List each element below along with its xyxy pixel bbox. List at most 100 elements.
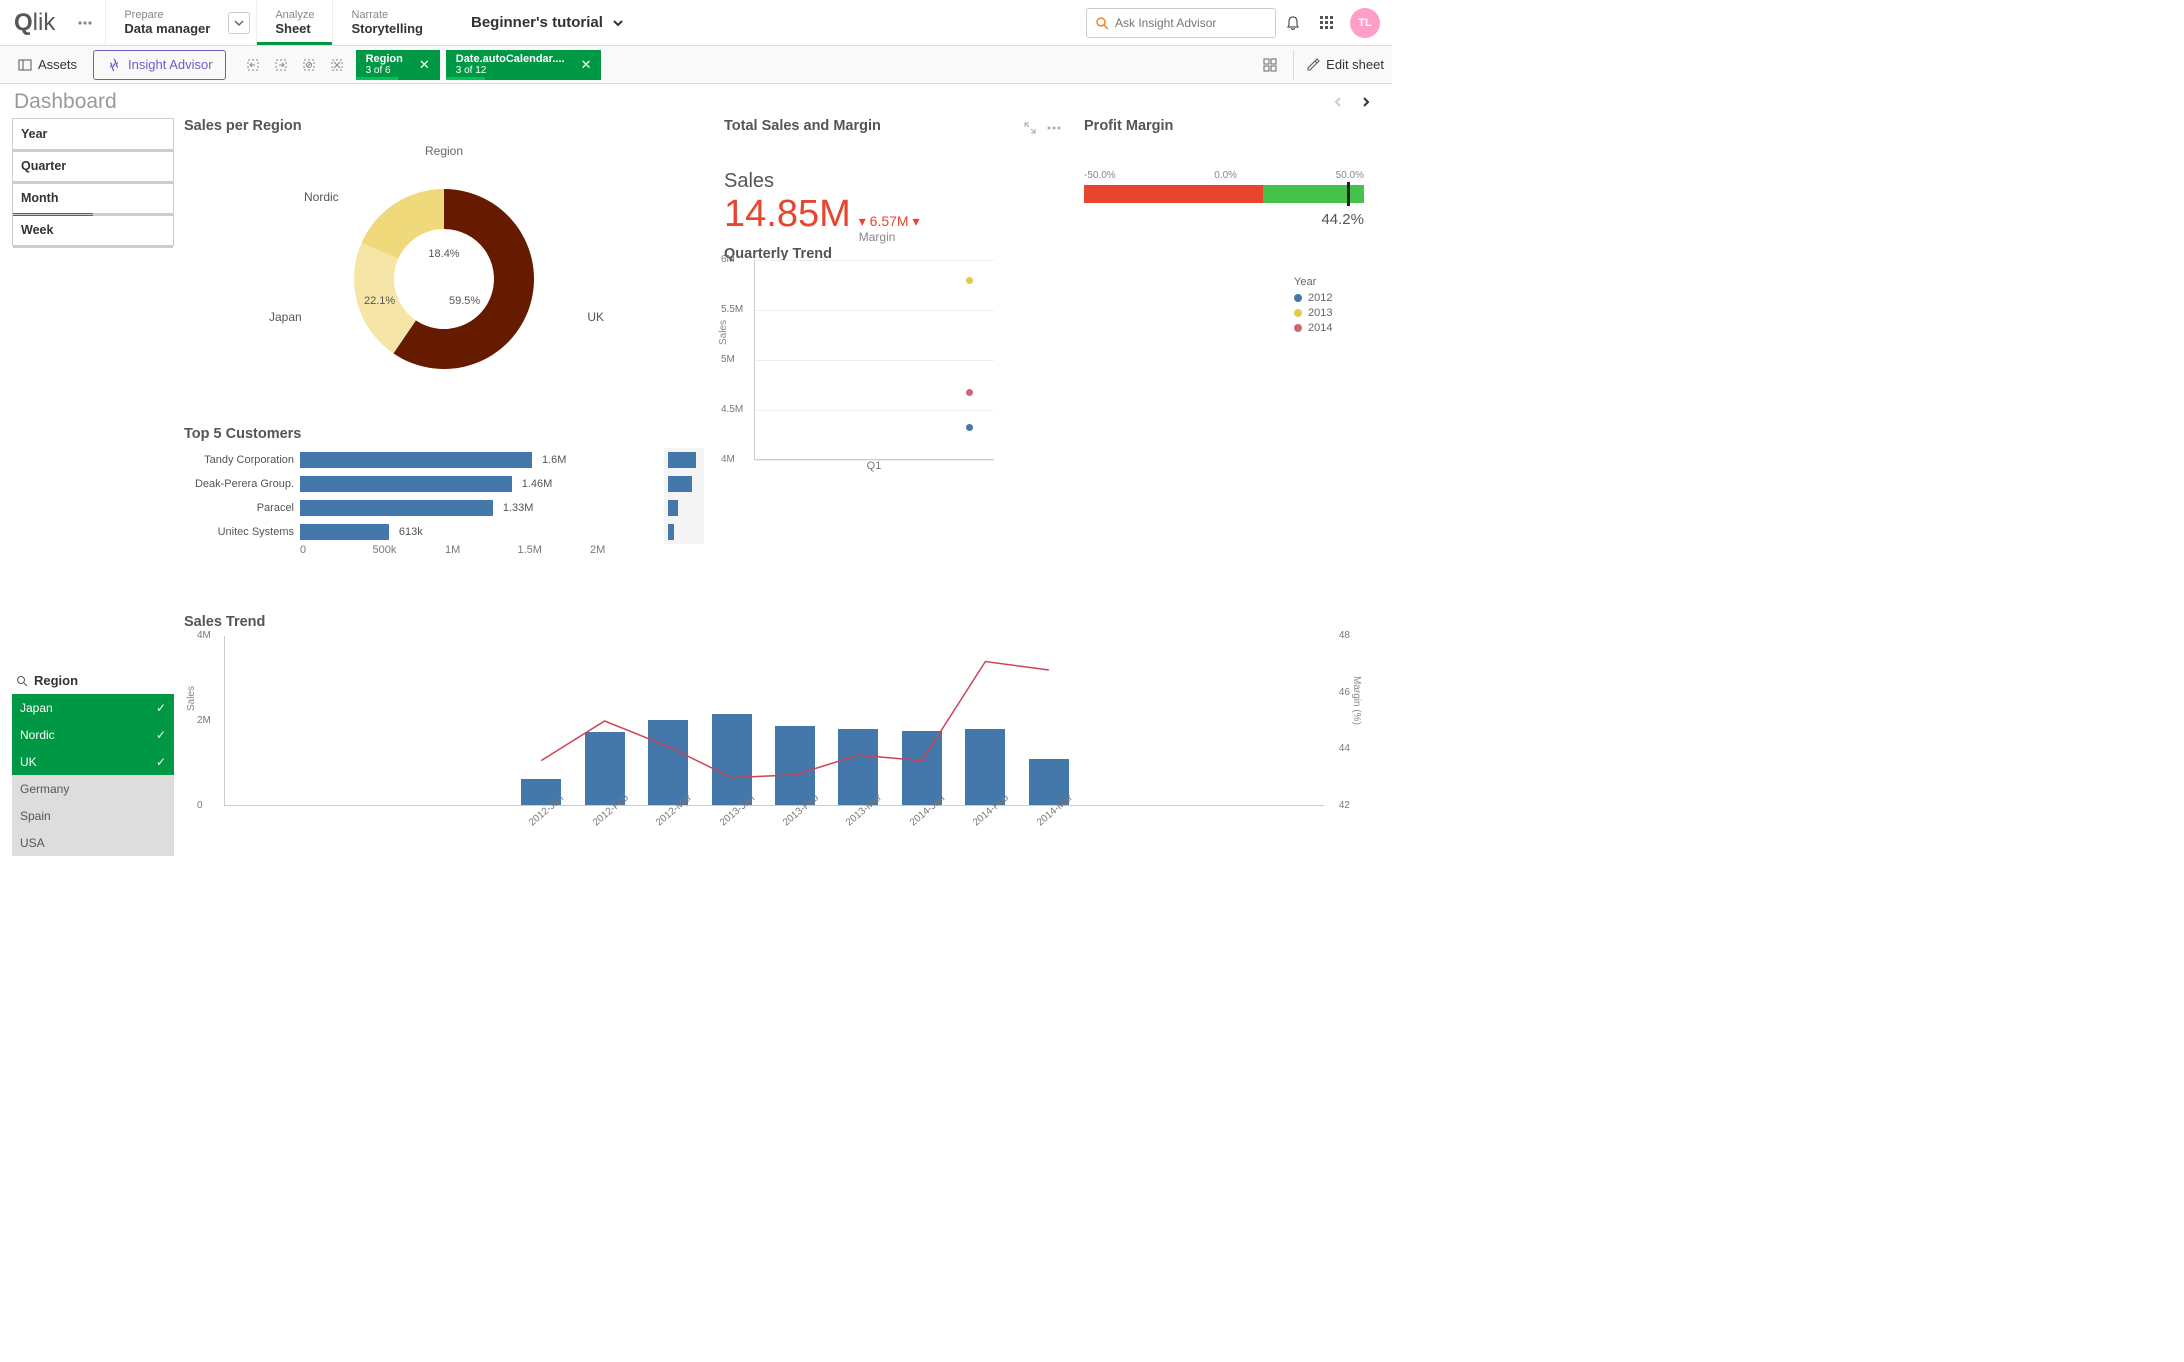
bullet-bar (1084, 185, 1364, 203)
insight-advisor-button[interactable]: Insight Advisor (93, 50, 226, 80)
pie-label-japan: Japan (269, 310, 302, 324)
close-icon[interactable]: ✕ (575, 57, 598, 73)
app-title[interactable]: Beginner's tutorial (441, 0, 1086, 45)
legend-item[interactable]: 2013 (1294, 307, 1364, 319)
bullet-scale-2: 50.0% (1336, 170, 1364, 181)
prepare-dropdown[interactable] (228, 12, 250, 34)
top5-row[interactable]: Unitec Systems613k (184, 520, 656, 544)
qlik-logo: Qlik (0, 0, 65, 45)
nav-prepare[interactable]: Prepare Data manager (105, 0, 228, 45)
fullscreen-icon[interactable] (1020, 118, 1040, 138)
kpi-secondary-label: Margin (859, 230, 920, 244)
selection-chip[interactable]: Date.autoCalendar....3 of 12✕ (446, 50, 602, 80)
kpi-title: Total Sales and Margin (724, 118, 1064, 134)
nav-narrate-big: Storytelling (351, 21, 423, 36)
check-icon: ✓ (156, 755, 166, 769)
selection-tools (240, 52, 350, 78)
salestrend-title: Sales Trend (184, 614, 1364, 630)
check-icon: ✓ (156, 701, 166, 715)
top5-row[interactable]: Tandy Corporation1.6M (184, 448, 656, 472)
search-icon (16, 675, 28, 687)
assets-label: Assets (38, 57, 77, 72)
legend-item[interactable]: 2012 (1294, 292, 1364, 304)
sheet-header: Dashboard (0, 84, 1392, 116)
top5-row[interactable]: Paracel1.33M (184, 496, 656, 520)
insight-search-input[interactable] (1115, 16, 1270, 30)
sales-trend-panel[interactable]: Sales Trend Sales Margin (%) 02M4M424446… (184, 614, 1364, 854)
global-menu-icon[interactable] (65, 0, 105, 45)
region-item-usa[interactable]: USA (12, 829, 174, 856)
clear-sel-icon[interactable] (324, 52, 350, 78)
top5-row[interactable]: Deak-Perera Group.1.46M (184, 472, 656, 496)
nav-prepare-small: Prepare (124, 9, 210, 21)
avatar[interactable]: TL (1350, 8, 1380, 38)
region-item-spain[interactable]: Spain (12, 802, 174, 829)
bell-icon[interactable] (1276, 0, 1310, 45)
region-filter-header[interactable]: Region (12, 667, 174, 694)
kpi-secondary-value: ▾ 6.57M ▾ (859, 213, 920, 230)
sales-per-region-panel[interactable]: Sales per Region Region Nordic Japan UK … (184, 118, 704, 418)
nav-analyze-small: Analyze (275, 9, 314, 21)
region-item-germany[interactable]: Germany (12, 775, 174, 802)
close-icon[interactable]: ✕ (413, 57, 436, 73)
bullet-value: 44.2% (1084, 211, 1364, 228)
toolbar: Assets Insight Advisor Region3 of 6✕Date… (0, 46, 1392, 84)
bookmarks-icon[interactable] (1257, 52, 1283, 78)
edit-sheet-label: Edit sheet (1326, 57, 1384, 72)
salestrend-y2label: Margin (%) (1351, 676, 1362, 725)
pie-pct-nordic: 18.4% (428, 248, 459, 260)
bullet-title: Profit Margin (1084, 118, 1364, 134)
top-nav: Qlik Prepare Data manager Analyze Sheet … (0, 0, 1392, 46)
nav-narrate[interactable]: Narrate Storytelling (332, 0, 441, 45)
pie-legend-title: Region (425, 144, 463, 158)
quarterly-trend-panel[interactable]: Quarterly Trend Sales 4M4.5M5M5.5M6M Q1 … (724, 426, 1364, 606)
clear-all-icon[interactable] (296, 52, 322, 78)
pie-pct-uk: 59.5% (449, 295, 480, 307)
selection-chip[interactable]: Region3 of 6✕ (356, 50, 440, 80)
assets-button[interactable]: Assets (8, 51, 87, 79)
sheet-title: Dashboard (14, 90, 1326, 114)
legend-item[interactable]: 2014 (1294, 322, 1364, 334)
pie-pct-japan: 22.1% (364, 295, 395, 307)
filter-year[interactable]: Year (12, 118, 174, 150)
nav-analyze-big: Sheet (275, 21, 314, 36)
salestrend-ylabel: Sales (186, 686, 197, 711)
chevron-down-icon (611, 16, 625, 30)
sheet-body: YearQuarterMonthWeek Region Japan✓Nordic… (0, 116, 1392, 866)
bullet-scale-1: 0.0% (1214, 170, 1237, 181)
pie-title: Sales per Region (184, 118, 704, 134)
left-filter-column: YearQuarterMonthWeek Region Japan✓Nordic… (12, 118, 174, 856)
nav-narrate-small: Narrate (351, 9, 423, 21)
filter-quarter[interactable]: Quarter (12, 150, 174, 182)
prev-sheet-icon[interactable] (1326, 90, 1350, 114)
step-fwd-icon[interactable] (268, 52, 294, 78)
nav-prepare-big: Data manager (124, 21, 210, 36)
region-item-uk[interactable]: UK✓ (12, 748, 174, 775)
pie-label-nordic: Nordic (304, 190, 339, 204)
region-item-nordic[interactable]: Nordic✓ (12, 721, 174, 748)
nav-analyze[interactable]: Analyze Sheet (256, 0, 332, 45)
top5-customers-panel[interactable]: Top 5 Customers Tandy Corporation1.6MDea… (184, 426, 704, 606)
quarterly-legend-title: Year (1294, 276, 1364, 288)
top5-title: Top 5 Customers (184, 426, 704, 442)
region-filter-panel: Region Japan✓Nordic✓UK✓GermanySpainUSA (12, 667, 174, 856)
filter-week[interactable]: Week (12, 214, 174, 246)
app-title-text: Beginner's tutorial (471, 14, 603, 31)
edit-sheet-button[interactable]: Edit sheet (1293, 50, 1384, 80)
step-back-icon[interactable] (240, 52, 266, 78)
content-grid: Sales per Region Region Nordic Japan UK … (184, 118, 1380, 856)
more-icon[interactable] (1044, 118, 1064, 138)
region-item-japan[interactable]: Japan✓ (12, 694, 174, 721)
region-filter-title: Region (34, 673, 78, 688)
pie-label-uk: UK (587, 310, 604, 324)
insight-advisor-label: Insight Advisor (128, 57, 213, 72)
check-icon: ✓ (156, 728, 166, 742)
quarterly-xlabel: Q1 (754, 460, 994, 472)
insight-search[interactable] (1086, 8, 1276, 38)
quarterly-ylabel: Sales (718, 320, 729, 345)
kpi-label: Sales (724, 170, 1064, 193)
next-sheet-icon[interactable] (1354, 90, 1378, 114)
filter-month[interactable]: Month (12, 182, 174, 214)
grid-icon[interactable] (1310, 0, 1344, 45)
search-icon (1095, 16, 1109, 30)
